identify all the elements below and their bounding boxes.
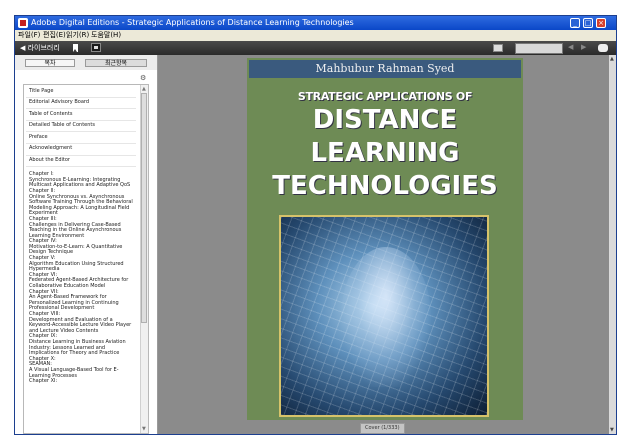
page-viewer: Mahbubur Rahman Syed STRATEGIC APPLICATI… — [158, 55, 609, 434]
menu-edit[interactable]: 편집(E) — [43, 30, 66, 41]
tab-contents[interactable]: 목차 — [25, 59, 75, 67]
cover-image — [279, 215, 489, 417]
toc-list: Title Page Editorial Advisory Board Tabl… — [26, 86, 136, 385]
toc-scroll-thumb[interactable] — [141, 93, 147, 323]
fit-page-icon[interactable] — [598, 44, 608, 52]
toc-item-preface[interactable]: Preface — [26, 132, 136, 144]
bookmark-icon[interactable] — [73, 44, 78, 52]
scroll-up-icon[interactable]: ▲ — [142, 86, 146, 92]
toc-item-about-editor[interactable]: About the Editor — [26, 156, 136, 168]
gear-icon[interactable]: ⚙ — [140, 74, 146, 82]
menu-file[interactable]: 파일(F) — [18, 30, 40, 41]
app-window: Adobe Digital Editions - Strategic Appli… — [14, 15, 617, 435]
page-input[interactable] — [515, 43, 563, 54]
title-bar[interactable]: Adobe Digital Editions - Strategic Appli… — [15, 16, 616, 30]
view-options-icon[interactable] — [493, 44, 503, 52]
toggle-panel-icon[interactable] — [91, 43, 101, 52]
menu-help[interactable]: 도움말(H) — [91, 30, 121, 41]
prev-page-button[interactable]: ◀ — [568, 43, 573, 51]
page-scroll-up-icon[interactable]: ▲ — [610, 56, 614, 62]
menu-read[interactable]: 읽기(R) — [66, 30, 89, 41]
close-button[interactable]: × — [596, 18, 606, 28]
toc-scrollbar[interactable]: ▲ ▼ — [140, 85, 148, 433]
page-scroll-down-icon[interactable]: ▼ — [610, 427, 614, 433]
library-button[interactable]: ◀ 라이브러리 — [20, 43, 60, 53]
toc-item-title-page[interactable]: Title Page — [26, 86, 136, 98]
toc-item-editorial-board[interactable]: Editorial Advisory Board — [26, 98, 136, 110]
cover-title-distance: DISTANCE — [312, 105, 458, 135]
toc-item-table-of-contents[interactable]: Table of Contents — [26, 109, 136, 121]
toc-chapters[interactable]: Chapter I: Synchronous E-Learning: Integ… — [26, 171, 136, 385]
scroll-down-icon[interactable]: ▼ — [142, 426, 146, 432]
menu-bar: 파일(F) 편집(E) 읽기(R) 도움말(H) — [15, 30, 616, 41]
minimize-button[interactable]: _ — [570, 18, 580, 28]
toc-panel: Title Page Editorial Advisory Board Tabl… — [23, 84, 149, 434]
next-page-button[interactable]: ▶ — [581, 43, 586, 51]
sidebar-tabs: 목차 최근항목 — [15, 55, 157, 70]
reader-toolbar: ◀ 라이브러리 ◀ ▶ — [15, 41, 616, 55]
cover-title-line1: STRATEGIC APPLICATIONS OF — [297, 90, 473, 103]
cover-title-technologies: TECHNOLOGIES — [272, 171, 498, 201]
page-scrollbar[interactable]: ▲ ▼ — [609, 55, 616, 434]
toc-item-acknowledgment[interactable]: Acknowledgment — [26, 144, 136, 156]
page-indicator: Cover (1/333) — [360, 423, 405, 434]
toc-item-detailed-toc[interactable]: Detailed Table of Contents — [26, 121, 136, 133]
sidebar: 목차 최근항목 ⚙ Title Page Editorial Advisory … — [15, 55, 158, 434]
window-title: Adobe Digital Editions - Strategic Appli… — [31, 18, 354, 27]
tab-recent[interactable]: 최근항목 — [85, 59, 147, 67]
cover-title-learning: LEARNING — [310, 138, 460, 168]
app-logo-icon — [18, 18, 28, 28]
book-cover: Mahbubur Rahman Syed STRATEGIC APPLICATI… — [247, 58, 523, 420]
maximize-button[interactable]: □ — [583, 18, 593, 28]
cover-author: Mahbubur Rahman Syed — [249, 60, 521, 78]
